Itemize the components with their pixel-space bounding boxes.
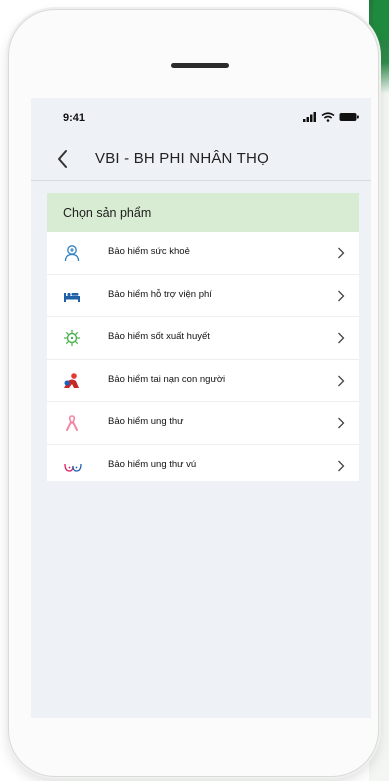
green-corner-tab [373, 0, 389, 40]
status-time: 9:41 [63, 112, 86, 124]
back-arrow-icon[interactable] [53, 148, 73, 170]
signal-icon [303, 112, 316, 122]
speaker-grille [171, 63, 229, 68]
status-bar: 9:41 [31, 98, 371, 140]
status-icons [303, 112, 359, 122]
virus-icon [64, 330, 80, 346]
chevron-right-icon [338, 460, 345, 471]
product-label: Bảo hiểm ung thư vú [108, 458, 197, 470]
chevron-right-icon [338, 332, 345, 344]
chevron-right-icon [338, 247, 345, 259]
nav-divider [31, 180, 371, 181]
product-label: Bảo hiểm ung thư [108, 416, 184, 427]
page-title: VBI - BH PHI NHÂN THỌ [95, 150, 269, 167]
section-title: Chọn sản phẩm [47, 193, 359, 232]
battery-icon [339, 113, 359, 121]
chevron-right-icon [338, 375, 345, 386]
wifi-icon [321, 112, 335, 122]
product-item-cancer[interactable]: Bảo hiểm ung thư [47, 402, 359, 445]
chevron-right-icon [338, 417, 345, 429]
product-item-accident[interactable]: Bảo hiểm tai nạn con người [47, 360, 359, 402]
health-icon [64, 245, 80, 262]
product-label: Bảo hiểm tai nạn con người [108, 373, 226, 385]
product-label: Bảo hiểm sốt xuất huyết [108, 331, 210, 342]
product-item-dengue[interactable]: Bảo hiểm sốt xuất huyết [47, 317, 359, 360]
product-item-hospital-fee[interactable]: Bảo hiểm hỗ trợ viện phí [47, 275, 359, 317]
breast-cancer-icon [64, 463, 82, 472]
chevron-right-icon [338, 290, 345, 301]
cancer-ribbon-icon [66, 415, 78, 431]
accident-icon [64, 372, 79, 388]
product-label: Bảo hiểm hỗ trợ viện phí [108, 288, 212, 300]
product-list-card: Chọn sản phẩm Bảo hiểm sức khoẻ Bảo hiểm… [47, 193, 359, 481]
product-label: Bảo hiểm sức khoẻ [108, 246, 190, 257]
product-item-breast-cancer[interactable]: Bảo hiểm ung thư vú [47, 445, 359, 487]
hospital-bed-icon [64, 292, 80, 302]
app-screen: 9:41 VBI - BH PHI NHÂN THỌ Chọn sản phẩm… [31, 98, 371, 718]
product-item-health[interactable]: Bảo hiểm sức khoẻ [47, 232, 359, 275]
navigation-bar: VBI - BH PHI NHÂN THỌ [31, 140, 371, 180]
